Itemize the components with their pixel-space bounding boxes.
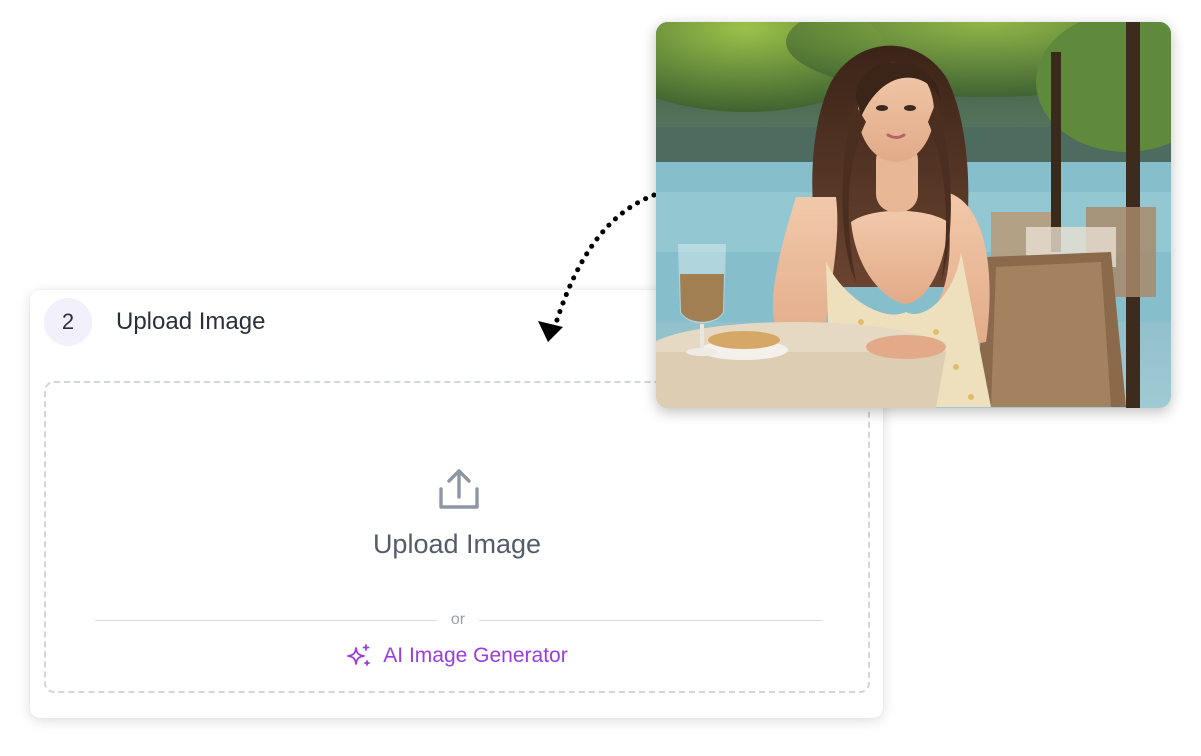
example-photo	[656, 22, 1171, 408]
divider-line-left	[95, 620, 437, 621]
dotted-arrow-icon	[538, 192, 657, 342]
card-title: Upload Image	[116, 308, 266, 335]
ai-image-generator-link[interactable]: AI Image Generator	[46, 643, 868, 669]
or-text: or	[450, 611, 466, 628]
divider-line-right	[479, 620, 823, 621]
sparkle-icon	[347, 644, 371, 666]
upload-dropzone[interactable]: Upload Image or AI Image Generator	[44, 381, 870, 693]
ai-image-generator-label: AI Image Generator	[383, 644, 568, 667]
upload-image-label[interactable]: Upload Image	[46, 529, 868, 560]
card-header: 2 Upload Image	[44, 298, 265, 346]
or-divider: or	[95, 611, 823, 628]
woman-cafe-photo	[656, 22, 1171, 408]
upload-icon[interactable]	[436, 467, 482, 513]
step-number-badge: 2	[44, 298, 92, 346]
